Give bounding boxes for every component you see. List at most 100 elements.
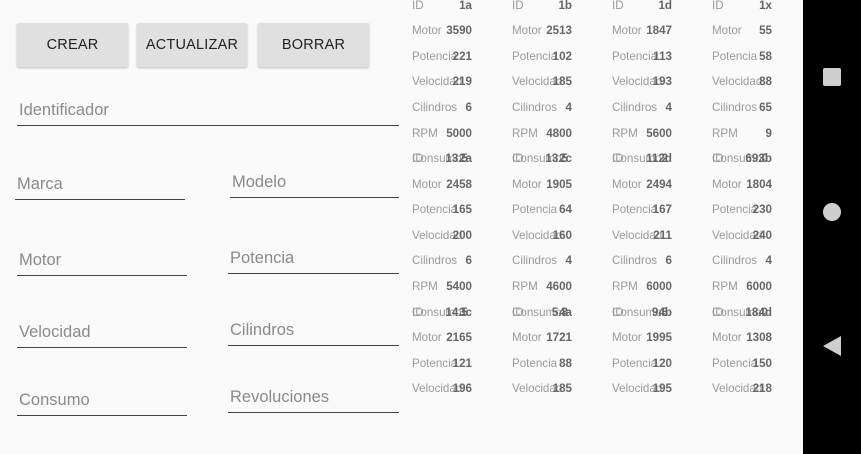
card-label-potencia: Potencia (412, 49, 458, 63)
card-row-rpm: RPM 5400 (406, 274, 506, 300)
vehicle-card[interactable]: ID 1d Motor 1847 Potencia 113 Velocidad 193 Cili… (606, 0, 706, 165)
card-row-potencia: Potencia 221 (406, 44, 506, 70)
vehicle-card[interactable]: ID 1a Motor 3590 Potencia 221 Velocidad 219 Cili… (406, 0, 506, 165)
vehicle-card[interactable]: ID 2a Motor 2458 Potencia 165 Velocidad 200 Cili… (406, 146, 506, 319)
crear-button[interactable]: CREAR (17, 23, 128, 67)
card-value-velocidad: 160 (552, 228, 572, 242)
card-label-id: ID (612, 0, 624, 12)
card-value-cilindros: 4 (565, 100, 572, 114)
identificador-hint: Identificador (19, 101, 109, 119)
card-row-potencia: Potencia 113 (606, 44, 706, 70)
card-row-motor: Motor 3590 (406, 18, 506, 44)
card-row-potencia: Potencia 58 (706, 44, 803, 70)
card-value-motor: 1721 (546, 331, 572, 345)
recents-square-icon[interactable] (803, 57, 861, 97)
card-row-potencia: Potencia 230 (706, 197, 803, 223)
borrar-button[interactable]: BORRAR (258, 23, 369, 67)
marca-field[interactable]: Marca (15, 170, 185, 200)
card-value-potencia: 221 (452, 49, 472, 63)
card-row-rpm: RPM 6000 (706, 274, 803, 300)
vehicle-card[interactable]: ID 3b Motor 1804 Potencia 230 Velocidad 240 Cili… (706, 146, 803, 319)
card-row-potencia: Potencia 120 (606, 351, 706, 377)
vehicle-card[interactable]: ID 2d Motor 2494 Potencia 167 Velocidad 211 Cili… (606, 146, 706, 319)
card-value-potencia: 58 (759, 49, 772, 63)
vehicle-card[interactable]: ID 1x Motor 55 Potencia 58 Velocidad 88 Cilindro… (706, 0, 803, 165)
vehicle-card[interactable]: ID 4b Motor 1995 Potencia 120 Velocidad 195 (606, 300, 706, 454)
navigation-bar (803, 0, 861, 454)
home-circle-icon[interactable] (803, 192, 861, 232)
card-value-motor: 3590 (446, 24, 472, 38)
back-triangle-icon[interactable] (803, 326, 861, 366)
card-label-motor: Motor (612, 24, 642, 38)
card-row-id: ID 2d (606, 146, 706, 172)
card-label-id: ID (712, 305, 724, 319)
card-row-rpm: RPM 5000 (406, 121, 506, 147)
vehicle-card[interactable]: ID 2c Motor 1905 Potencia 64 Velocidad 160 Cilin… (506, 146, 606, 319)
card-value-motor: 55 (759, 24, 772, 38)
card-row-cilindros: Cilindros 65 (706, 95, 803, 121)
card-value-cilindros: 6 (465, 254, 472, 268)
vehicle-card[interactable]: ID 1b Motor 2513 Potencia 102 Velocidad 185 Cili… (506, 0, 606, 165)
vehicle-card[interactable]: ID 3c Motor 2165 Potencia 121 Velocidad 196 (406, 300, 506, 454)
velocidad-field[interactable]: Velocidad (17, 317, 187, 348)
modelo-hint: Modelo (232, 173, 287, 191)
card-row-velocidad: Velocidad 240 (706, 223, 803, 249)
card-label-cilindros: Cilindros (712, 100, 758, 114)
card-label-cilindros: Cilindros (712, 254, 758, 268)
card-row-velocidad: Velocidad 211 (606, 223, 706, 249)
card-label-motor: Motor (612, 331, 642, 345)
motor-hint: Motor (19, 251, 62, 269)
card-value-rpm: 5000 (446, 126, 472, 140)
card-row-id: ID 1d (606, 0, 706, 18)
card-label-potencia: Potencia (712, 49, 758, 63)
card-value-velocidad: 200 (452, 228, 472, 242)
card-value-velocidad: 185 (552, 75, 572, 89)
vehicle-grid[interactable]: ID 1a Motor 3590 Potencia 221 Velocidad 219 Cili… (406, 0, 803, 454)
card-value-velocidad: 218 (752, 382, 772, 396)
vehicle-card[interactable]: ID 4d Motor 1308 Potencia 150 Velocidad 218 (706, 300, 803, 454)
card-label-potencia: Potencia (712, 356, 758, 370)
card-label-potencia: Potencia (612, 203, 658, 217)
actualizar-button[interactable]: ACTUALIZAR (137, 23, 247, 67)
card-label-potencia: Potencia (412, 356, 458, 370)
consumo-field[interactable]: Consumo (17, 385, 187, 416)
card-label-rpm: RPM (712, 126, 738, 140)
card-label-motor: Motor (612, 177, 642, 191)
modelo-field[interactable]: Modelo (230, 168, 399, 198)
card-row-velocidad: Velocidad 185 (506, 69, 606, 95)
card-value-potencia: 165 (452, 203, 472, 217)
card-label-motor: Motor (712, 331, 742, 345)
card-label-motor: Motor (412, 331, 442, 345)
card-value-velocidad: 193 (652, 75, 672, 89)
vehicle-card[interactable]: ID 4a Motor 1721 Potencia 88 Velocidad 185 (506, 300, 606, 454)
card-value-cilindros: 4 (565, 254, 572, 268)
card-value-velocidad: 88 (759, 75, 772, 89)
revoluciones-field[interactable]: Revoluciones (228, 382, 399, 413)
card-value-potencia: 102 (552, 49, 572, 63)
card-value-motor: 1308 (746, 331, 772, 345)
potencia-field[interactable]: Potencia (228, 243, 399, 274)
card-row-velocidad: Velocidad 160 (506, 223, 606, 249)
potencia-hint: Potencia (230, 249, 295, 267)
card-row-velocidad: Velocidad 185 (506, 376, 606, 402)
motor-field[interactable]: Motor (17, 245, 187, 276)
card-value-velocidad: 185 (552, 382, 572, 396)
card-label-cilindros: Cilindros (612, 100, 658, 114)
card-row-cilindros: Cilindros 6 (406, 95, 506, 121)
cilindros-field[interactable]: Cilindros (228, 315, 399, 346)
card-value-motor: 1995 (646, 331, 672, 345)
card-value-potencia: 167 (652, 203, 672, 217)
card-row-cilindros: Cilindros 4 (606, 95, 706, 121)
card-value-rpm: 9 (765, 126, 772, 140)
card-row-id: ID 4b (606, 300, 706, 326)
card-value-id: 2d (658, 152, 672, 165)
card-label-id: ID (512, 0, 524, 12)
card-value-potencia: 230 (752, 203, 772, 217)
card-value-id: 2a (459, 152, 472, 165)
card-row-motor: Motor 1308 (706, 325, 803, 351)
identificador-field[interactable]: Identificador (17, 95, 399, 126)
card-value-motor: 1847 (646, 24, 672, 38)
card-value-id: 3c (459, 305, 472, 319)
card-row-velocidad: Velocidad 195 (606, 376, 706, 402)
card-value-id: 2c (559, 152, 572, 165)
